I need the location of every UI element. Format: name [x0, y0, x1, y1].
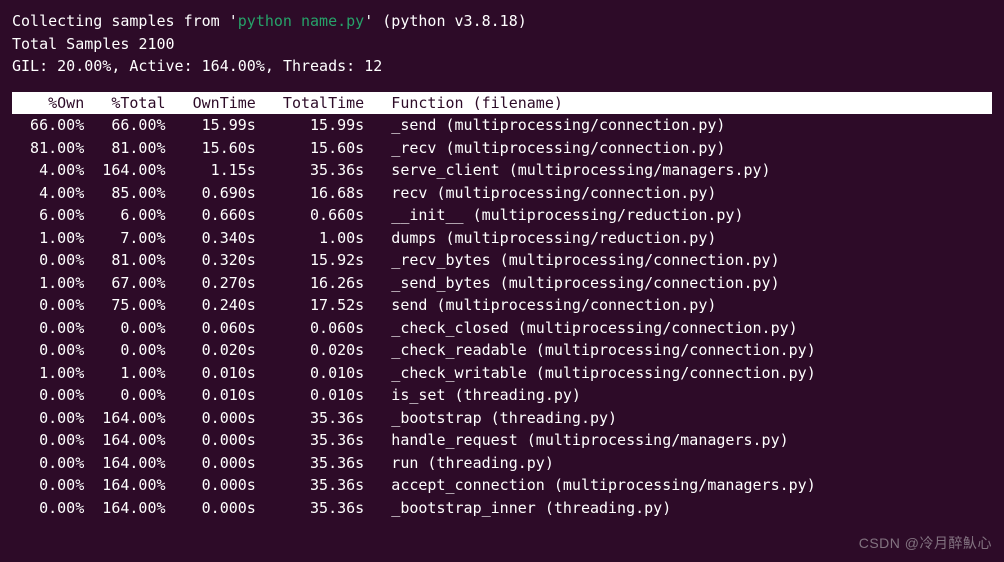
table-row: 0.00% 81.00% 0.320s 15.92s _recv_bytes (… [12, 249, 992, 272]
total-samples-line: Total Samples 2100 [12, 33, 992, 56]
table-row: 4.00% 85.00% 0.690s 16.68s recv (multipr… [12, 182, 992, 205]
table-row: 0.00% 0.00% 0.060s 0.060s _check_closed … [12, 317, 992, 340]
active-label: Active: [129, 57, 192, 75]
gil-label: GIL: [12, 57, 48, 75]
command-text: python name.py [238, 12, 364, 30]
total-samples-value: 2100 [138, 35, 174, 53]
table-header-row: %Own %Total OwnTime TotalTime Function (… [12, 92, 992, 115]
table-row: 1.00% 1.00% 0.010s 0.010s _check_writabl… [12, 362, 992, 385]
table-row: 6.00% 6.00% 0.660s 0.660s __init__ (mult… [12, 204, 992, 227]
collecting-prefix: Collecting samples from ' [12, 12, 238, 30]
table-row: 1.00% 67.00% 0.270s 16.26s _send_bytes (… [12, 272, 992, 295]
table-row: 0.00% 0.00% 0.010s 0.010s is_set (thread… [12, 384, 992, 407]
watermark: CSDN @冷月醉魜心 [859, 533, 992, 554]
table-row: 0.00% 75.00% 0.240s 17.52s send (multipr… [12, 294, 992, 317]
table-row: 1.00% 7.00% 0.340s 1.00s dumps (multipro… [12, 227, 992, 250]
total-samples-label: Total Samples [12, 35, 129, 53]
table-row: 0.00% 164.00% 0.000s 35.36s handle_reque… [12, 429, 992, 452]
active-value: 164.00% [202, 57, 265, 75]
table-row: 81.00% 81.00% 15.60s 15.60s _recv (multi… [12, 137, 992, 160]
collecting-line: Collecting samples from 'python name.py'… [12, 10, 992, 33]
threads-label: Threads: [283, 57, 355, 75]
table-body: 66.00% 66.00% 15.99s 15.99s _send (multi… [12, 114, 992, 519]
table-row: 0.00% 0.00% 0.020s 0.020s _check_readabl… [12, 339, 992, 362]
table-row: 0.00% 164.00% 0.000s 35.36s accept_conne… [12, 474, 992, 497]
profiler-table: %Own %Total OwnTime TotalTime Function (… [12, 92, 992, 520]
table-row: 0.00% 164.00% 0.000s 35.36s _bootstrap (… [12, 407, 992, 430]
gil-value: 20.00% [57, 57, 111, 75]
table-row: 66.00% 66.00% 15.99s 15.99s _send (multi… [12, 114, 992, 137]
stats-line: GIL: 20.00%, Active: 164.00%, Threads: 1… [12, 55, 992, 78]
collecting-suffix: ' (python v3.8.18) [364, 12, 527, 30]
threads-value: 12 [364, 57, 382, 75]
table-row: 0.00% 164.00% 0.000s 35.36s run (threadi… [12, 452, 992, 475]
table-row: 4.00% 164.00% 1.15s 35.36s serve_client … [12, 159, 992, 182]
table-row: 0.00% 164.00% 0.000s 35.36s _bootstrap_i… [12, 497, 992, 520]
